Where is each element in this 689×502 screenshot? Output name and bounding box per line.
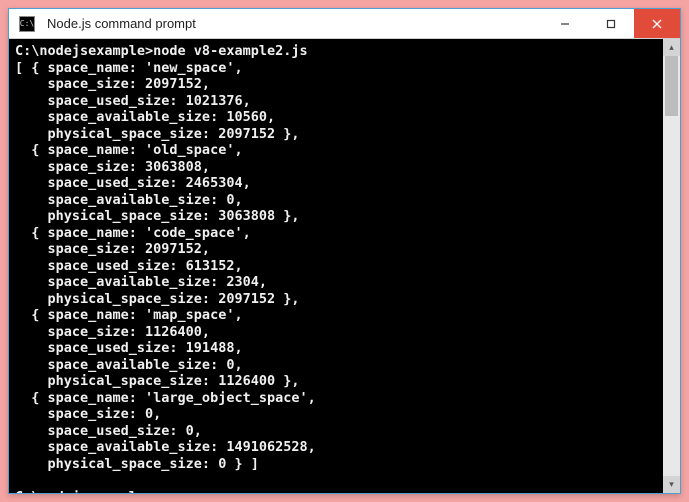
terminal-window: C:\ Node.js command prompt C:\nodejsexam… <box>8 8 681 494</box>
terminal-area: C:\nodejsexample>node v8-example2.js [ {… <box>9 39 680 493</box>
titlebar[interactable]: C:\ Node.js command prompt <box>9 9 680 39</box>
app-icon-label: C:\ <box>20 19 34 28</box>
close-icon <box>652 19 662 29</box>
chevron-down-icon: ▾ <box>669 479 674 490</box>
scrollbar-thumb[interactable] <box>665 56 678 116</box>
app-icon: C:\ <box>19 16 35 32</box>
maximize-icon <box>606 19 616 29</box>
chevron-up-icon: ▴ <box>669 42 674 53</box>
maximize-button[interactable] <box>588 9 634 38</box>
scrollbar: ▴ ▾ <box>663 39 680 493</box>
minimize-icon <box>560 19 570 29</box>
scroll-up-button[interactable]: ▴ <box>663 39 680 56</box>
window-title: Node.js command prompt <box>43 16 542 31</box>
prompt-line[interactable]: C:\nodejsexample> <box>15 489 153 494</box>
close-button[interactable] <box>634 9 680 38</box>
window-controls <box>542 9 680 38</box>
scrollbar-track[interactable] <box>663 56 680 476</box>
terminal-output[interactable]: C:\nodejsexample>node v8-example2.js [ {… <box>9 39 663 493</box>
scroll-down-button[interactable]: ▾ <box>663 476 680 493</box>
minimize-button[interactable] <box>542 9 588 38</box>
